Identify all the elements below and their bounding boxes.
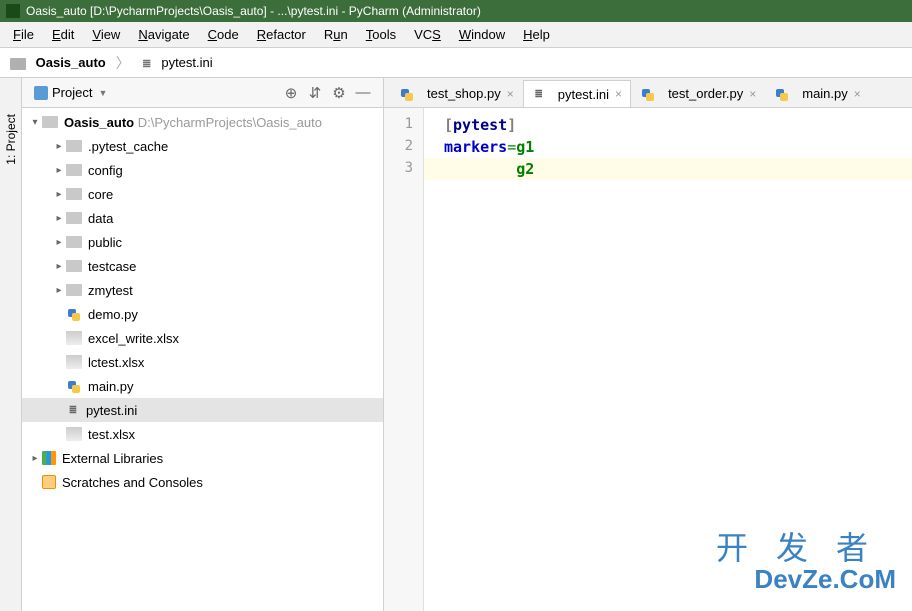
project-view-selector[interactable]: Project ▼ xyxy=(30,83,111,102)
menu-view[interactable]: View xyxy=(83,24,129,45)
menu-tools[interactable]: Tools xyxy=(357,24,405,45)
close-tab-icon[interactable]: × xyxy=(749,87,756,101)
tree-file[interactable]: demo.py xyxy=(22,302,383,326)
close-tab-icon[interactable]: × xyxy=(507,87,514,101)
tree-file[interactable]: ≣pytest.ini xyxy=(22,398,383,422)
close-tab-icon[interactable]: × xyxy=(615,87,622,101)
python-file-icon xyxy=(774,87,790,101)
editor-tab[interactable]: main.py× xyxy=(765,79,870,107)
menu-window[interactable]: Window xyxy=(450,24,514,45)
ini-file-icon: ≣ xyxy=(532,87,546,101)
editor-tabs: test_shop.py×≣pytest.ini×test_order.py×m… xyxy=(384,78,912,108)
menu-code[interactable]: Code xyxy=(199,24,248,45)
project-view-icon xyxy=(34,86,48,100)
breadcrumb-file[interactable]: ≣ pytest.ini xyxy=(140,55,213,71)
file-icon xyxy=(66,307,82,321)
project-tree-panel: Project ▼ ⊕ ⇵ ⚙ — ▾ Oasis_auto D:\Pychar… xyxy=(22,78,384,611)
file-icon xyxy=(66,427,82,441)
project-tree-header: Project ▼ ⊕ ⇵ ⚙ — xyxy=(22,78,383,108)
chevron-right-icon: ▸ xyxy=(52,165,66,176)
chevron-right-icon: ▸ xyxy=(52,261,66,272)
breadcrumb-separator-icon: 〉 xyxy=(116,53,130,73)
tree-folder[interactable]: ▸zmytest xyxy=(22,278,383,302)
breadcrumb: Oasis_auto 〉 ≣ pytest.ini xyxy=(0,48,912,78)
file-icon xyxy=(66,355,82,369)
chevron-right-icon: ▸ xyxy=(28,453,42,464)
file-icon xyxy=(66,331,82,345)
editor-body: 123 [pytest] markers=g1 g2 xyxy=(384,108,912,611)
hide-panel-icon[interactable]: — xyxy=(351,81,375,105)
tree-folder[interactable]: ▸.pytest_cache xyxy=(22,134,383,158)
breadcrumb-root[interactable]: Oasis_auto xyxy=(10,55,106,70)
menu-file[interactable]: File xyxy=(4,24,43,45)
chevron-right-icon: ▸ xyxy=(52,237,66,248)
editor-tab[interactable]: test_shop.py× xyxy=(390,79,523,107)
folder-icon xyxy=(66,236,82,248)
tree-folder[interactable]: ▸core xyxy=(22,182,383,206)
folder-icon xyxy=(66,164,82,176)
chevron-right-icon: ▸ xyxy=(52,285,66,296)
tree-file[interactable]: test.xlsx xyxy=(22,422,383,446)
chevron-right-icon: ▸ xyxy=(52,189,66,200)
project-tree[interactable]: ▾ Oasis_auto D:\PycharmProjects\Oasis_au… xyxy=(22,108,383,611)
folder-icon xyxy=(42,116,58,128)
folder-icon xyxy=(66,212,82,224)
folder-icon xyxy=(66,140,82,152)
main-content: 1: Project Project ▼ ⊕ ⇵ ⚙ — ▾ Oasis_aut… xyxy=(0,78,912,611)
chevron-right-icon: ▸ xyxy=(52,213,66,224)
locate-icon[interactable]: ⊕ xyxy=(279,81,303,105)
menu-navigate[interactable]: Navigate xyxy=(129,24,198,45)
line-number-gutter: 123 xyxy=(384,108,424,611)
tree-folder[interactable]: ▸config xyxy=(22,158,383,182)
file-icon xyxy=(66,379,82,393)
left-tool-stripe: 1: Project xyxy=(0,78,22,611)
menu-bar: File Edit View Navigate Code Refactor Ru… xyxy=(0,22,912,48)
editor-panel: test_shop.py×≣pytest.ini×test_order.py×m… xyxy=(384,78,912,611)
menu-refactor[interactable]: Refactor xyxy=(248,24,315,45)
close-tab-icon[interactable]: × xyxy=(854,87,861,101)
app-logo-icon xyxy=(6,4,20,18)
menu-vcs[interactable]: VCS xyxy=(405,24,450,45)
menu-run[interactable]: Run xyxy=(315,24,357,45)
scratches-icon xyxy=(42,475,56,489)
python-file-icon xyxy=(399,87,415,101)
tree-folder[interactable]: ▸data xyxy=(22,206,383,230)
ini-file-icon: ≣ xyxy=(140,56,154,70)
line-number: 2 xyxy=(384,136,423,158)
line-number: 1 xyxy=(384,114,423,136)
menu-edit[interactable]: Edit xyxy=(43,24,83,45)
folder-icon xyxy=(10,58,26,70)
tree-scratches[interactable]: Scratches and Consoles xyxy=(22,470,383,494)
window-title-bar: Oasis_auto [D:\PycharmProjects\Oasis_aut… xyxy=(0,0,912,22)
chevron-down-icon: ▾ xyxy=(28,117,42,128)
editor-tab[interactable]: ≣pytest.ini× xyxy=(523,80,631,108)
folder-icon xyxy=(66,260,82,272)
tree-folder[interactable]: ▸testcase xyxy=(22,254,383,278)
folder-icon xyxy=(66,188,82,200)
libraries-icon xyxy=(42,451,56,465)
menu-help[interactable]: Help xyxy=(514,24,559,45)
python-file-icon xyxy=(640,87,656,101)
folder-icon xyxy=(66,284,82,296)
editor-tab[interactable]: test_order.py× xyxy=(631,79,765,107)
chevron-down-icon: ▼ xyxy=(98,88,107,98)
file-icon: ≣ xyxy=(66,403,80,417)
project-tool-tab[interactable]: 1: Project xyxy=(2,108,20,171)
window-title: Oasis_auto [D:\PycharmProjects\Oasis_aut… xyxy=(26,4,481,18)
tree-external-libraries[interactable]: ▸ External Libraries xyxy=(22,446,383,470)
line-number: 3 xyxy=(384,158,423,180)
settings-gear-icon[interactable]: ⚙ xyxy=(327,81,351,105)
chevron-right-icon: ▸ xyxy=(52,141,66,152)
tree-root[interactable]: ▾ Oasis_auto D:\PycharmProjects\Oasis_au… xyxy=(22,110,383,134)
tree-folder[interactable]: ▸public xyxy=(22,230,383,254)
tree-file[interactable]: excel_write.xlsx xyxy=(22,326,383,350)
tree-file[interactable]: main.py xyxy=(22,374,383,398)
collapse-all-icon[interactable]: ⇵ xyxy=(303,81,327,105)
tree-file[interactable]: lctest.xlsx xyxy=(22,350,383,374)
code-area[interactable]: [pytest] markers=g1 g2 xyxy=(424,108,912,611)
